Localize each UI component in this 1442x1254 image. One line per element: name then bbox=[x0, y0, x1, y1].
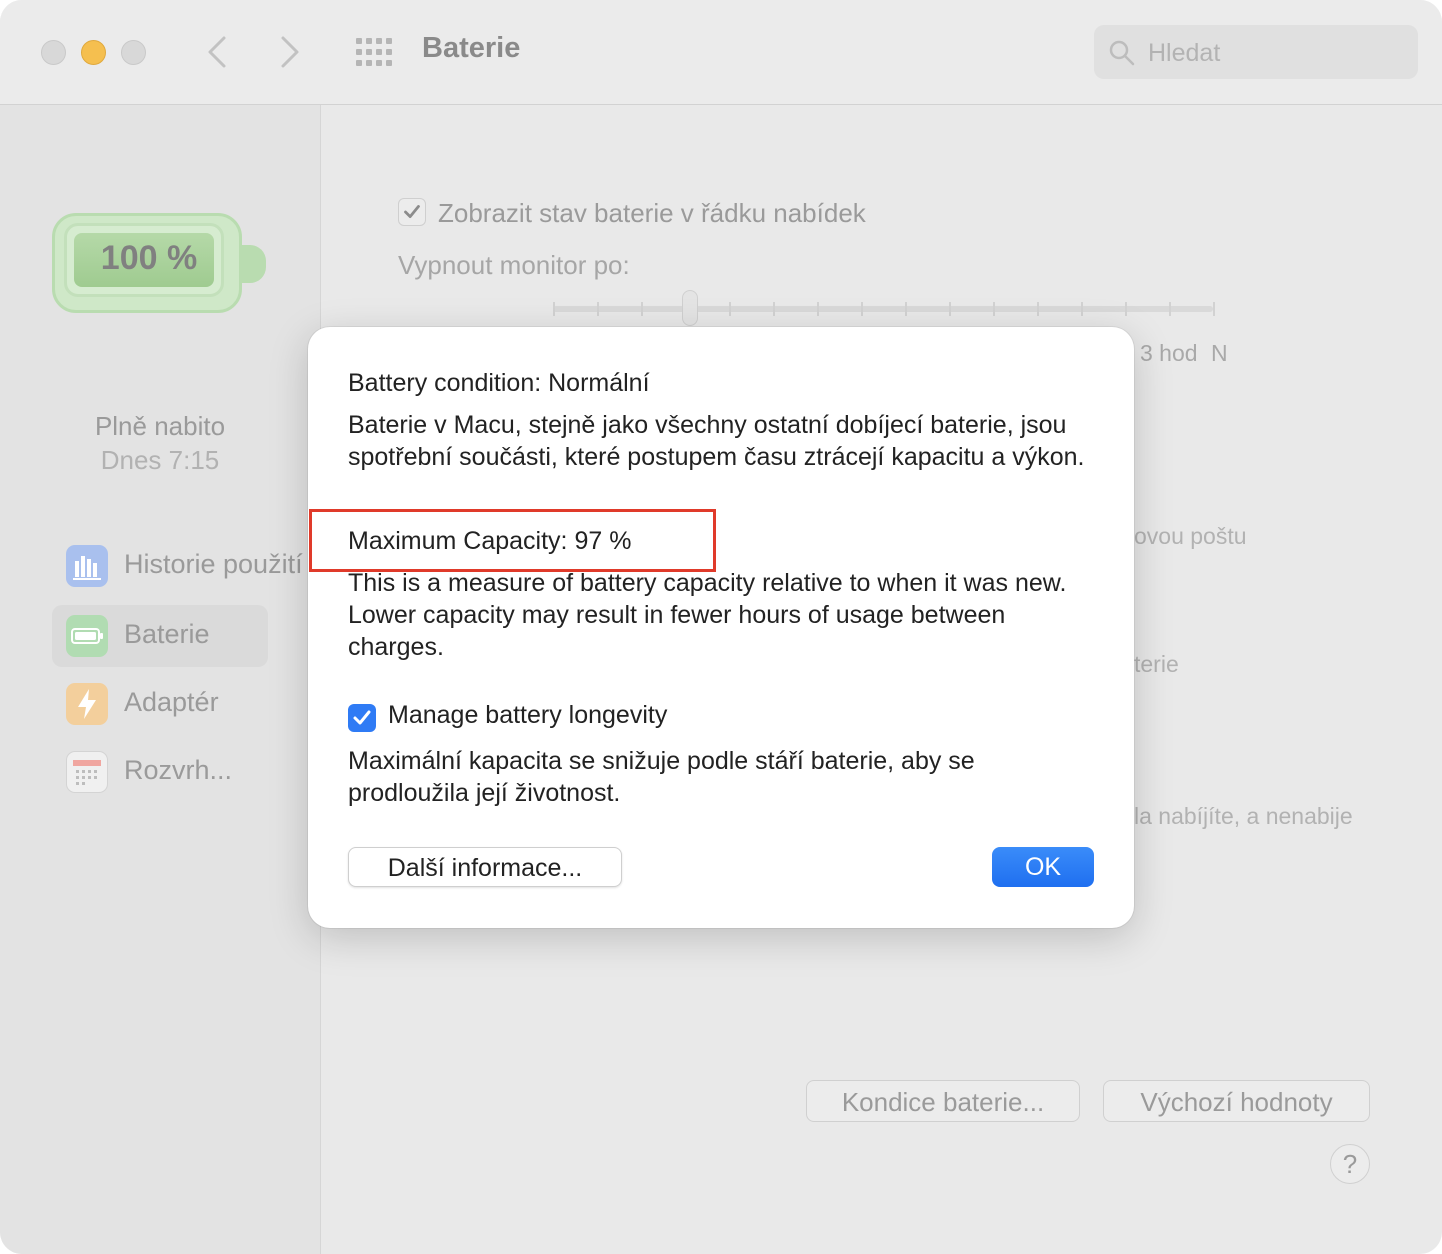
restore-defaults-button[interactable]: Výchozí hodnoty bbox=[1103, 1080, 1370, 1122]
battery-health-button[interactable]: Kondice baterie... bbox=[806, 1080, 1080, 1122]
slider-tick bbox=[817, 302, 819, 316]
window-title: Baterie bbox=[422, 32, 521, 64]
battery-condition-description: Baterie v Macu, stejně jako všechny osta… bbox=[348, 411, 1085, 471]
search-input[interactable] bbox=[1146, 33, 1410, 73]
checkmark-icon bbox=[404, 205, 420, 219]
option-fragment-mail: ovou poštu bbox=[1134, 523, 1247, 549]
minimize-window-button[interactable] bbox=[81, 40, 106, 65]
show-battery-status-label: Zobrazit stav baterie v řádku nabídek bbox=[438, 198, 866, 228]
manage-longevity-label: Manage battery longevity bbox=[388, 701, 668, 729]
slider-thumb[interactable] bbox=[682, 290, 698, 326]
slider-tick bbox=[993, 302, 995, 316]
power-adapter-icon bbox=[66, 683, 108, 725]
sidebar-item-schedule[interactable]: Rozvrh... bbox=[52, 741, 268, 803]
slider-tick bbox=[729, 302, 731, 316]
charge-status: Plně nabito bbox=[94, 411, 226, 441]
more-info-button[interactable]: Další informace... bbox=[348, 847, 622, 887]
back-button[interactable] bbox=[198, 34, 238, 70]
calendar-icon bbox=[66, 751, 108, 793]
slider-tick bbox=[1081, 302, 1083, 316]
manage-longevity-checkbox[interactable] bbox=[348, 704, 376, 732]
slider-tick bbox=[553, 302, 555, 316]
title-bar: Baterie bbox=[0, 0, 1442, 105]
sidebar-item-label: Historie použití bbox=[124, 549, 303, 579]
chevron-left-icon bbox=[208, 36, 226, 68]
manage-longevity-description: Maximální kapacita se snižuje podle stář… bbox=[348, 747, 975, 807]
sidebar-item-label: Adaptér bbox=[124, 687, 219, 717]
turn-off-display-label: Vypnout monitor po: bbox=[398, 250, 630, 280]
ok-button[interactable]: OK bbox=[992, 847, 1094, 887]
slider-tick bbox=[905, 302, 907, 316]
slider-tick bbox=[1213, 302, 1215, 316]
zoom-window-button[interactable] bbox=[121, 40, 146, 65]
option-fragment-charge: la nabíjíte, a nenabije bbox=[1134, 803, 1353, 829]
show-all-grid-button[interactable] bbox=[354, 36, 394, 68]
option-fragment-battery: terie bbox=[1134, 651, 1179, 677]
battery-level-indicator: 100 % bbox=[52, 213, 272, 317]
search-icon bbox=[1109, 40, 1135, 66]
sidebar-item-battery[interactable]: Baterie bbox=[52, 605, 268, 667]
chevron-right-icon bbox=[281, 36, 299, 68]
slider-label-3h: 3 hod bbox=[1140, 340, 1198, 366]
charge-time: Dnes 7:15 bbox=[100, 445, 220, 475]
slider-tick bbox=[949, 302, 951, 316]
slider-tick bbox=[1037, 302, 1039, 316]
maximum-capacity: Maximum Capacity: 97 % bbox=[348, 527, 632, 555]
battery-percent: 100 % bbox=[100, 239, 198, 277]
battery-cap bbox=[242, 245, 266, 283]
battery-icon bbox=[66, 615, 108, 657]
close-window-button[interactable] bbox=[41, 40, 66, 65]
battery-health-dialog: Battery condition: Normální Baterie v Ma… bbox=[308, 327, 1134, 928]
sidebar: 100 % Plně nabito Dnes 7:15 Historie pou… bbox=[0, 105, 321, 1254]
forward-button[interactable] bbox=[269, 34, 309, 70]
display-sleep-slider[interactable] bbox=[553, 306, 1213, 312]
grid-icon bbox=[356, 38, 392, 66]
battery-condition: Battery condition: Normální bbox=[348, 369, 650, 397]
slider-label-never: N bbox=[1211, 340, 1228, 366]
slider-tick bbox=[861, 302, 863, 316]
show-battery-status-checkbox[interactable] bbox=[398, 198, 426, 226]
sidebar-item-usage-history[interactable]: Historie použití bbox=[52, 535, 303, 597]
slider-tick bbox=[1125, 302, 1127, 316]
slider-tick bbox=[773, 302, 775, 316]
checkmark-icon bbox=[353, 710, 371, 725]
sidebar-item-adapter[interactable]: Adaptér bbox=[52, 673, 268, 735]
sidebar-item-label: Rozvrh... bbox=[124, 755, 233, 785]
slider-tick bbox=[641, 302, 643, 316]
search-field[interactable] bbox=[1094, 25, 1418, 79]
system-preferences-window: Baterie 100 % Plně nabito Dnes 7:15 bbox=[0, 0, 1442, 1254]
maximum-capacity-description: This is a measure of battery capacity re… bbox=[348, 569, 1067, 661]
sidebar-item-label: Baterie bbox=[124, 619, 210, 649]
help-button[interactable]: ? bbox=[1330, 1144, 1370, 1184]
usage-history-icon bbox=[66, 545, 108, 587]
slider-tick bbox=[597, 302, 599, 316]
slider-tick bbox=[1169, 302, 1171, 316]
